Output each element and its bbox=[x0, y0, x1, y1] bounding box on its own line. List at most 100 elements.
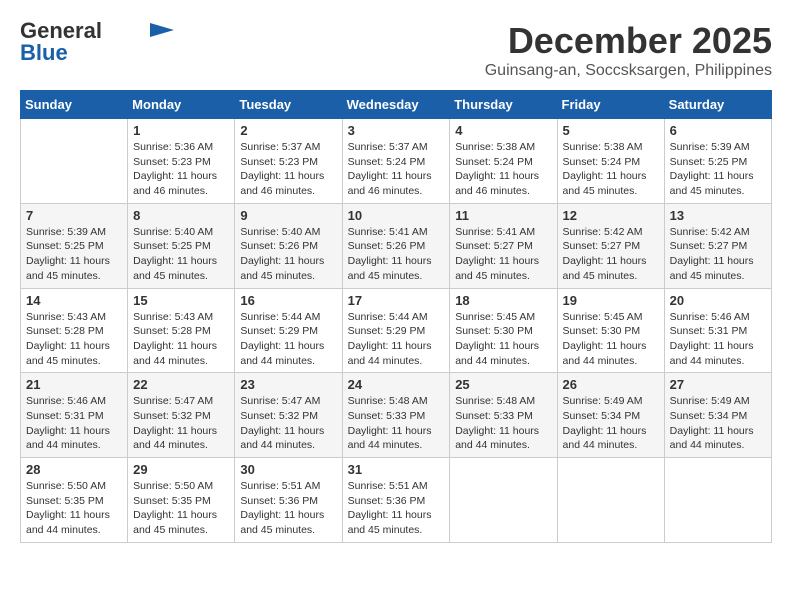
day-number: 5 bbox=[563, 123, 659, 138]
day-info: Sunrise: 5:44 AMSunset: 5:29 PMDaylight:… bbox=[348, 310, 445, 369]
day-number: 22 bbox=[133, 377, 229, 392]
day-number: 24 bbox=[348, 377, 445, 392]
calendar-week-row: 7Sunrise: 5:39 AMSunset: 5:25 PMDaylight… bbox=[21, 203, 772, 288]
calendar-day-cell: 27Sunrise: 5:49 AMSunset: 5:34 PMDayligh… bbox=[664, 373, 771, 458]
day-number: 4 bbox=[455, 123, 551, 138]
calendar-day-cell: 5 Sunrise: 5:38 AMSunset: 5:24 PMDaylight… bbox=[557, 119, 664, 204]
logo: General Blue bbox=[20, 20, 174, 64]
calendar-day-cell bbox=[21, 119, 128, 204]
calendar-day-cell: 8Sunrise: 5:40 AMSunset: 5:25 PMDaylight… bbox=[128, 203, 235, 288]
day-info: Sunrise: 5:41 AMSunset: 5:27 PMDaylight:… bbox=[455, 225, 551, 284]
day-info: Sunrise: 5:37 AMSunset: 5:23 PMDaylight:… bbox=[240, 140, 336, 199]
day-number: 6 bbox=[670, 123, 766, 138]
day-number: 29 bbox=[133, 462, 229, 477]
calendar-day-cell: 13Sunrise: 5:42 AMSunset: 5:27 PMDayligh… bbox=[664, 203, 771, 288]
calendar-day-cell bbox=[450, 458, 557, 543]
logo-arrow-icon bbox=[150, 23, 174, 37]
day-number: 26 bbox=[563, 377, 659, 392]
calendar-day-cell: 1Sunrise: 5:36 AMSunset: 5:23 PMDaylight… bbox=[128, 119, 235, 204]
day-number: 31 bbox=[348, 462, 445, 477]
page-header: General Blue December 2025 Guinsang-an, … bbox=[20, 20, 772, 80]
title-block: December 2025 Guinsang-an, Soccsksargen,… bbox=[485, 20, 772, 80]
calendar-day-header: Thursday bbox=[450, 91, 557, 119]
day-info: Sunrise: 5:46 AMSunset: 5:31 PMDaylight:… bbox=[26, 394, 122, 453]
day-number: 25 bbox=[455, 377, 551, 392]
calendar-day-cell: 28 Sunrise: 5:50 AMSunset: 5:35 PMDayligh… bbox=[21, 458, 128, 543]
day-info: Sunrise: 5:49 AMSunset: 5:34 PMDaylight:… bbox=[563, 394, 659, 453]
calendar-day-cell: 30Sunrise: 5:51 AMSunset: 5:36 PMDayligh… bbox=[235, 458, 342, 543]
day-info: Sunrise: 5:51 AMSunset: 5:36 PMDaylight:… bbox=[348, 479, 445, 538]
month-title: December 2025 bbox=[485, 20, 772, 62]
day-info: Sunrise: 5:48 AMSunset: 5:33 PMDaylight:… bbox=[455, 394, 551, 453]
day-number: 23 bbox=[240, 377, 336, 392]
day-info: Sunrise: 5:50 AMSunset: 5:35 PMDaylight:… bbox=[26, 479, 122, 538]
calendar-day-cell: 23 Sunrise: 5:47 AMSunset: 5:32 PMDayligh… bbox=[235, 373, 342, 458]
day-number: 9 bbox=[240, 208, 336, 223]
calendar-table: SundayMondayTuesdayWednesdayThursdayFrid… bbox=[20, 90, 772, 543]
logo-general: General bbox=[20, 20, 102, 42]
calendar-week-row: 1Sunrise: 5:36 AMSunset: 5:23 PMDaylight… bbox=[21, 119, 772, 204]
day-info: Sunrise: 5:50 AMSunset: 5:35 PMDaylight:… bbox=[133, 479, 229, 538]
logo-blue: Blue bbox=[20, 42, 68, 64]
calendar-day-cell: 19 Sunrise: 5:45 AMSunset: 5:30 PMDayligh… bbox=[557, 288, 664, 373]
day-number: 11 bbox=[455, 208, 551, 223]
day-number: 3 bbox=[348, 123, 445, 138]
day-info: Sunrise: 5:41 AMSunset: 5:26 PMDaylight:… bbox=[348, 225, 445, 284]
calendar-day-header: Sunday bbox=[21, 91, 128, 119]
day-number: 27 bbox=[670, 377, 766, 392]
day-number: 21 bbox=[26, 377, 122, 392]
day-info: Sunrise: 5:38 AMSunset: 5:24 PMDaylight:… bbox=[455, 140, 551, 199]
calendar-day-cell: 15 Sunrise: 5:43 AMSunset: 5:28 PMDayligh… bbox=[128, 288, 235, 373]
calendar-day-cell: 20Sunrise: 5:46 AMSunset: 5:31 PMDayligh… bbox=[664, 288, 771, 373]
calendar-day-cell: 21 Sunrise: 5:46 AMSunset: 5:31 PMDayligh… bbox=[21, 373, 128, 458]
day-number: 28 bbox=[26, 462, 122, 477]
calendar-day-cell: 16 Sunrise: 5:44 AMSunset: 5:29 PMDayligh… bbox=[235, 288, 342, 373]
day-number: 8 bbox=[133, 208, 229, 223]
day-info: Sunrise: 5:43 AMSunset: 5:28 PMDaylight:… bbox=[133, 310, 229, 369]
calendar-day-cell: 29 Sunrise: 5:50 AMSunset: 5:35 PMDayligh… bbox=[128, 458, 235, 543]
day-info: Sunrise: 5:45 AMSunset: 5:30 PMDaylight:… bbox=[455, 310, 551, 369]
calendar-day-header: Saturday bbox=[664, 91, 771, 119]
calendar-day-cell bbox=[557, 458, 664, 543]
day-number: 1 bbox=[133, 123, 229, 138]
day-number: 17 bbox=[348, 293, 445, 308]
calendar-day-cell: 2 Sunrise: 5:37 AMSunset: 5:23 PMDaylight… bbox=[235, 119, 342, 204]
calendar-day-cell: 9Sunrise: 5:40 AMSunset: 5:26 PMDaylight… bbox=[235, 203, 342, 288]
calendar-day-cell: 17 Sunrise: 5:44 AMSunset: 5:29 PMDayligh… bbox=[342, 288, 450, 373]
day-info: Sunrise: 5:42 AMSunset: 5:27 PMDaylight:… bbox=[563, 225, 659, 284]
day-number: 16 bbox=[240, 293, 336, 308]
calendar-day-header: Friday bbox=[557, 91, 664, 119]
day-info: Sunrise: 5:38 AMSunset: 5:24 PMDaylight:… bbox=[563, 140, 659, 199]
calendar-day-header: Wednesday bbox=[342, 91, 450, 119]
day-number: 12 bbox=[563, 208, 659, 223]
day-number: 20 bbox=[670, 293, 766, 308]
day-info: Sunrise: 5:37 AMSunset: 5:24 PMDaylight:… bbox=[348, 140, 445, 199]
calendar-day-cell: 26 Sunrise: 5:49 AMSunset: 5:34 PMDayligh… bbox=[557, 373, 664, 458]
calendar-day-cell: 24 Sunrise: 5:48 AMSunset: 5:33 PMDayligh… bbox=[342, 373, 450, 458]
calendar-body: 1Sunrise: 5:36 AMSunset: 5:23 PMDaylight… bbox=[21, 119, 772, 543]
day-number: 14 bbox=[26, 293, 122, 308]
day-info: Sunrise: 5:43 AMSunset: 5:28 PMDaylight:… bbox=[26, 310, 122, 369]
day-info: Sunrise: 5:45 AMSunset: 5:30 PMDaylight:… bbox=[563, 310, 659, 369]
calendar-day-header: Monday bbox=[128, 91, 235, 119]
calendar-week-row: 28 Sunrise: 5:50 AMSunset: 5:35 PMDayligh… bbox=[21, 458, 772, 543]
day-info: Sunrise: 5:48 AMSunset: 5:33 PMDaylight:… bbox=[348, 394, 445, 453]
day-info: Sunrise: 5:42 AMSunset: 5:27 PMDaylight:… bbox=[670, 225, 766, 284]
calendar-day-cell: 3 Sunrise: 5:37 AMSunset: 5:24 PMDaylight… bbox=[342, 119, 450, 204]
day-info: Sunrise: 5:47 AMSunset: 5:32 PMDaylight:… bbox=[240, 394, 336, 453]
day-number: 30 bbox=[240, 462, 336, 477]
location: Guinsang-an, Soccsksargen, Philippines bbox=[485, 62, 772, 80]
calendar-day-cell bbox=[664, 458, 771, 543]
calendar-day-cell: 10 Sunrise: 5:41 AMSunset: 5:26 PMDayligh… bbox=[342, 203, 450, 288]
calendar-day-cell: 4 Sunrise: 5:38 AMSunset: 5:24 PMDaylight… bbox=[450, 119, 557, 204]
day-number: 7 bbox=[26, 208, 122, 223]
day-number: 2 bbox=[240, 123, 336, 138]
day-number: 19 bbox=[563, 293, 659, 308]
day-number: 18 bbox=[455, 293, 551, 308]
day-info: Sunrise: 5:44 AMSunset: 5:29 PMDaylight:… bbox=[240, 310, 336, 369]
calendar-day-cell: 25 Sunrise: 5:48 AMSunset: 5:33 PMDayligh… bbox=[450, 373, 557, 458]
day-info: Sunrise: 5:47 AMSunset: 5:32 PMDaylight:… bbox=[133, 394, 229, 453]
calendar-header-row: SundayMondayTuesdayWednesdayThursdayFrid… bbox=[21, 91, 772, 119]
day-number: 15 bbox=[133, 293, 229, 308]
day-number: 10 bbox=[348, 208, 445, 223]
